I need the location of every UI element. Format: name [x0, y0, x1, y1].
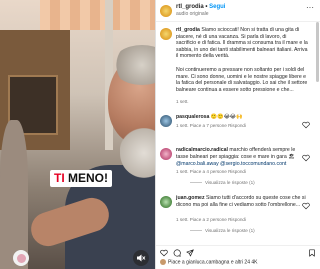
caption-text-2: Noi continueremo a pressare non soltanto…: [176, 67, 308, 93]
save-button[interactable]: [308, 249, 316, 257]
comment-meta: 1 sett. Piace a 4 persone Rispondi: [176, 169, 246, 174]
caption-text-block: rtl_grodia Siamo scioccati! Non si tratt…: [176, 27, 308, 60]
speaker-muted-icon: [137, 254, 146, 262]
tagged-user-button[interactable]: [13, 250, 29, 266]
comment-avatar[interactable]: [160, 148, 172, 160]
author-avatar[interactable]: [160, 5, 172, 17]
video-subtitle-part-b: MENO!: [68, 171, 109, 185]
comments-list: rtl_grodia Siamo scioccati! Non si tratt…: [156, 23, 320, 245]
comment-username[interactable]: radicalmarcio.radical: [176, 147, 228, 153]
author-row: rtl_grodia • Segui: [176, 4, 226, 10]
caption-meta: 1 sett.: [176, 99, 189, 104]
video-subtitle: TI MENO!: [50, 170, 113, 187]
comment-text-block: pasqualerosa 🙂🙂😂😂🙌: [176, 114, 308, 121]
comment-item: radicalmarcio.radical marchio offenderà …: [160, 147, 310, 189]
heart-icon: [302, 154, 310, 162]
author-username[interactable]: rtl_grodia: [176, 4, 204, 10]
view-replies-button[interactable]: Visualizza le risposte (1): [190, 228, 255, 234]
comment-item: juan.gomez Siamo tutti d'accordo su ques…: [160, 195, 310, 237]
video-scene-awning: [40, 0, 155, 30]
caption-username[interactable]: rtl_grodia: [176, 27, 200, 33]
comment-meta: 1 sett. Piace a 2 persone Rispondi: [176, 217, 246, 222]
comments-scrollbar[interactable]: [316, 22, 319, 242]
comment-like-button[interactable]: [302, 197, 310, 210]
bookmark-icon: [309, 249, 315, 257]
post-caption: rtl_grodia Siamo scioccati! Non si tratt…: [160, 27, 310, 105]
comment-mentions[interactable]: @marco.bali.away @sergio.toccomundano.co…: [176, 161, 308, 168]
likes-summary[interactable]: Piace a gianluca.cambagna e altri 24 4K: [160, 259, 258, 266]
comment-like-button[interactable]: [302, 149, 310, 162]
share-icon[interactable]: [186, 249, 194, 257]
comment-like-button[interactable]: [302, 116, 310, 129]
audio-toggle-button[interactable]: [133, 250, 149, 266]
comment-text: 🙂🙂😂😂🙌: [210, 114, 243, 120]
comment-icon[interactable]: [173, 249, 181, 257]
post-actions-footer: Piace a gianluca.cambagna e altri 24 4K: [156, 245, 320, 269]
view-replies-button[interactable]: Visualizza le risposte (1): [190, 180, 255, 186]
follow-button[interactable]: Segui: [209, 4, 225, 10]
action-icons: [160, 249, 194, 257]
comment-meta: 1 sett. Piace a 7 persone Rispondi: [176, 123, 246, 128]
header-divider: [156, 21, 320, 22]
heart-icon[interactable]: [160, 249, 168, 257]
audio-label[interactable]: audio originale: [176, 11, 209, 18]
comment-avatar[interactable]: [160, 196, 172, 208]
video-subtitle-part-a: TI: [54, 171, 65, 185]
video-scene-background-person: [0, 120, 28, 269]
video-scene-pole: [105, 0, 113, 150]
comment-avatar[interactable]: [160, 115, 172, 127]
comment-text-block: radicalmarcio.radical marchio offenderà …: [176, 147, 308, 160]
heart-icon: [302, 202, 310, 210]
post-header: rtl_grodia • Segui audio originale ···: [160, 2, 314, 20]
heart-icon: [302, 121, 310, 129]
liker-avatar: [160, 259, 166, 265]
likes-text: Piace a gianluca.cambagna e altri 24 4K: [168, 259, 258, 266]
more-options-icon[interactable]: ···: [304, 3, 316, 15]
instagram-post-view: TI MENO! rtl_grodia • Segui audio origin…: [0, 0, 320, 269]
comment-username[interactable]: pasqualerosa: [176, 114, 209, 120]
comments-scrollbar-thumb[interactable]: [316, 22, 319, 82]
comment-text-block: juan.gomez Siamo tutti d'accordo su ques…: [176, 195, 308, 208]
post-side-panel: rtl_grodia • Segui audio originale ··· r…: [155, 0, 320, 269]
comment-username[interactable]: juan.gomez: [176, 195, 205, 201]
person-icon: [16, 253, 26, 263]
video-player[interactable]: TI MENO!: [0, 0, 155, 269]
comment-item: pasqualerosa 🙂🙂😂😂🙌 1 sett. Piace a 7 per…: [160, 114, 310, 134]
caption-avatar[interactable]: [160, 28, 172, 40]
